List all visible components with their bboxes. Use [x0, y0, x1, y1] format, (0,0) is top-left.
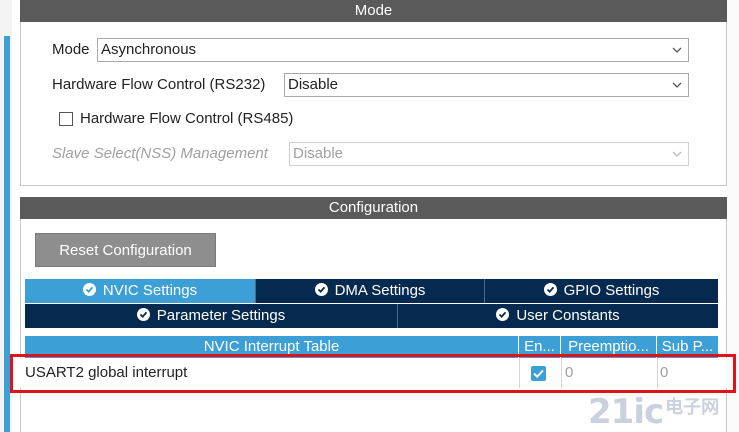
check-circle-icon	[136, 308, 150, 321]
reset-configuration-button[interactable]: Reset Configuration	[35, 233, 216, 267]
mode-value: Asynchronous	[101, 41, 197, 58]
mode-header: Mode	[20, 0, 727, 22]
check-circle-icon	[543, 283, 557, 296]
mode-select[interactable]: Asynchronous	[97, 38, 689, 62]
tab-parameter-settings[interactable]: Parameter Settings	[25, 304, 398, 328]
watermark-big: 21ic	[588, 392, 664, 432]
configuration-header: Configuration	[20, 197, 727, 219]
hw-flow-rs232-select[interactable]: Disable	[284, 73, 689, 97]
chevron-down-icon	[672, 82, 682, 88]
tab-user-constants[interactable]: User Constants	[398, 304, 718, 328]
check-circle-icon	[82, 283, 96, 296]
tab-nvic-settings[interactable]: NVIC Settings	[25, 279, 256, 303]
chevron-down-icon	[672, 151, 682, 157]
chevron-down-icon	[672, 47, 682, 53]
hw-flow-rs485-label: Hardware Flow Control (RS485)	[80, 110, 294, 127]
watermark-small: 电子网	[665, 397, 720, 418]
hw-flow-rs232-value: Disable	[288, 76, 339, 93]
tab-dma-settings[interactable]: DMA Settings	[256, 279, 485, 303]
tab-label: DMA Settings	[334, 282, 426, 299]
check-circle-icon	[314, 283, 328, 296]
mode-label: Mode	[52, 41, 90, 58]
watermark-logo: 21ic 电子网	[588, 392, 728, 432]
tab-label: GPIO Settings	[563, 282, 660, 299]
slave-select-label: Slave Select(NSS) Management	[52, 145, 268, 162]
tab-label: NVIC Settings	[102, 282, 198, 299]
tab-gpio-settings[interactable]: GPIO Settings	[485, 279, 718, 303]
tab-label: User Constants	[516, 307, 620, 324]
slave-select-value: Disable	[293, 145, 344, 162]
stm32cube-usart-config: Mode Mode Asynchronous Hardware Flow Con…	[0, 0, 739, 432]
hw-flow-rs232-label: Hardware Flow Control (RS232)	[52, 76, 266, 93]
check-circle-icon	[496, 308, 510, 321]
tab-label: Parameter Settings	[156, 307, 286, 324]
slave-select-select[interactable]: Disable	[289, 142, 689, 166]
hw-flow-rs485-checkbox[interactable]	[59, 112, 73, 126]
highlight-annotation	[10, 354, 736, 393]
